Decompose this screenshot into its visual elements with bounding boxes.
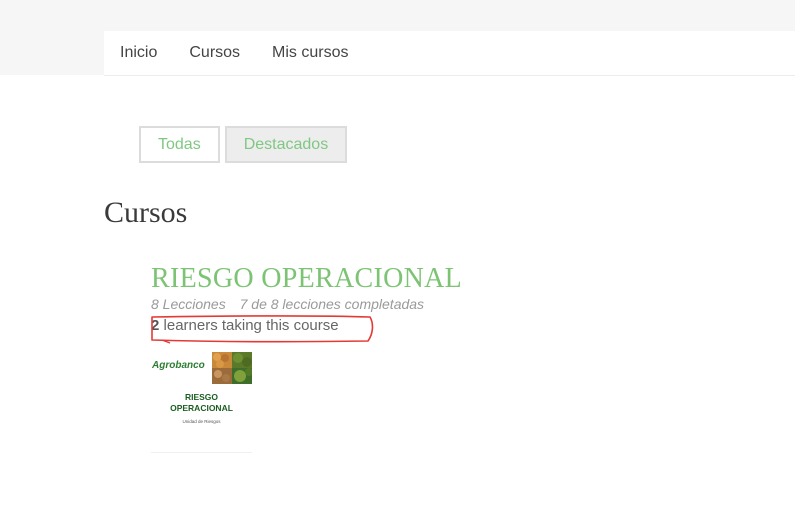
main-navigation: Inicio Cursos Mis cursos	[104, 31, 795, 76]
course-title-link[interactable]: RIESGO OPERACIONAL	[151, 263, 462, 295]
course-meta: 8 Lecciones 7 de 8 lecciones completadas	[151, 296, 424, 312]
agrobanco-logo: Agrobanco	[152, 360, 205, 371]
nav-link-cursos[interactable]: Cursos	[189, 44, 240, 62]
thumbnail-subtitle: Unidad de Riesgos	[182, 419, 221, 424]
learners-label: learners taking this course	[163, 317, 339, 334]
learners-count-text: 2 learners taking this course	[151, 317, 339, 334]
produce-image	[212, 352, 252, 384]
thumbnail-line-1: RIESGO	[184, 392, 219, 402]
lesson-count: 8 Lecciones	[151, 296, 226, 312]
nav-link-inicio[interactable]: Inicio	[120, 44, 157, 62]
filter-all-button[interactable]: Todas	[139, 126, 220, 163]
thumbnail-title: RIESGO OPERACIONAL	[151, 392, 252, 414]
lesson-progress: 7 de 8 lecciones completadas	[239, 296, 425, 312]
filter-featured-button[interactable]: Destacados	[224, 126, 348, 163]
thumbnail-line-2: OPERACIONAL	[170, 403, 233, 413]
course-filter-group: Todas Destacados	[139, 126, 352, 163]
course-thumbnail[interactable]: Agrobanco RIESGO OPERACIONAL Unidad de R…	[151, 352, 252, 453]
nav-link-mis-cursos[interactable]: Mis cursos	[272, 44, 348, 62]
page-title: Cursos	[104, 196, 188, 229]
learners-count: 2	[151, 317, 160, 334]
